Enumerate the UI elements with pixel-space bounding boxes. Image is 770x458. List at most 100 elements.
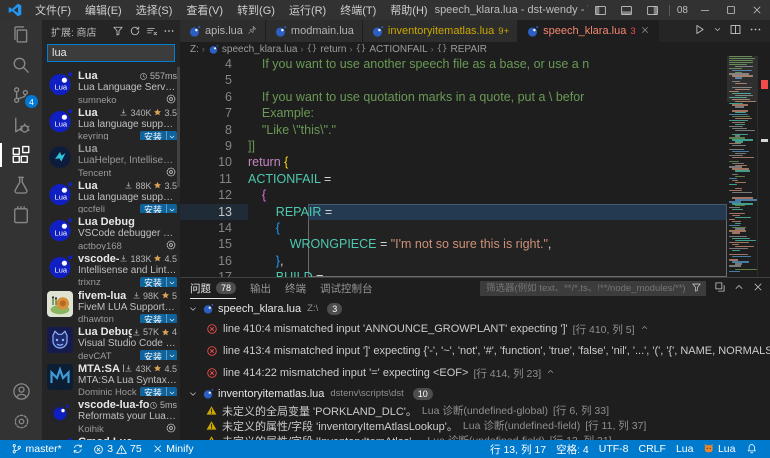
extension-item[interactable]: Luavscode-lua183K4.5Intellisense and Lin… (42, 250, 180, 287)
breadcrumb-item[interactable]: {}REPAIR (437, 44, 487, 55)
extension-item[interactable]: LuaLua DebugVSCode debugger extension ..… (42, 213, 180, 250)
problems-file-row[interactable]: inventoryitematlas.luadstenv\scripts\dst… (180, 384, 770, 403)
extension-item[interactable]: Lua Debugger57K4Visual Studio Code debug… (42, 323, 180, 360)
problem-row[interactable]: line 410:4 mismatched input 'ANNOUNCE_GR… (180, 318, 770, 340)
layout-sidebar-toggle[interactable] (588, 0, 614, 20)
breadcrumb-item[interactable]: Z: (190, 44, 199, 55)
breadcrumb-item[interactable]: {}ACTIONFAIL (355, 44, 427, 55)
extensions-search-input[interactable] (47, 44, 175, 62)
activity-notebook[interactable] (0, 200, 42, 230)
problem-row[interactable]: line 413:4 mismatched input ']' expectin… (180, 340, 770, 362)
problems-filter-input[interactable] (484, 282, 691, 295)
panel-tab-输出[interactable]: 输出 (250, 278, 271, 299)
status-notifications[interactable] (741, 440, 763, 458)
activity-explorer[interactable] (0, 20, 42, 50)
extension-item[interactable]: LuaLuaHelper, Intellisense, Lintin...Ten… (42, 140, 180, 177)
menu-终端[interactable]: 终端(T) (333, 0, 383, 20)
layout-secondary-toggle[interactable] (640, 0, 666, 20)
more-action[interactable] (162, 24, 176, 38)
panel-tab-调试控制台[interactable]: 调试控制台 (320, 278, 373, 299)
extension-item[interactable]: LuaLua340K3.5Lua language support for Vi… (42, 104, 180, 141)
problem-row[interactable]: 未定义的属性/字段 'inventoryItemAtlasLookup'。Lua… (180, 418, 770, 433)
panel-tab-问题[interactable]: 问题78 (190, 278, 236, 299)
tab-inventoryitematlas.lua[interactable]: inventoryitematlas.lua9+ (363, 20, 518, 42)
tab-speech_klara.lua[interactable]: speech_klara.lua3 (518, 20, 658, 42)
tab-close[interactable] (640, 25, 650, 38)
manage-extension-gear[interactable] (165, 422, 177, 433)
breadcrumb-item[interactable]: speech_klara.lua (208, 44, 298, 55)
status-problems[interactable]: 375 (88, 440, 147, 458)
status-indentation[interactable]: 空格: 4 (551, 440, 594, 458)
install-dropdown[interactable] (166, 387, 177, 397)
install-button[interactable]: 安装 (140, 350, 177, 360)
status-encoding[interactable]: UTF-8 (594, 440, 634, 458)
menu-文件[interactable]: 文件(F) (28, 0, 78, 20)
menu-转到[interactable]: 转到(G) (230, 0, 282, 20)
tab-apis.lua[interactable]: apis.lua (180, 20, 266, 42)
status-branch[interactable]: master* (6, 440, 67, 458)
menu-编辑[interactable]: 编辑(E) (78, 0, 129, 20)
extension-item[interactable]: LuaLua88K3.5Lua language support for VS … (42, 177, 180, 214)
status-language-mode[interactable]: Lua (671, 440, 699, 458)
menu-选择[interactable]: 选择(S) (129, 0, 180, 20)
split-editor-action[interactable] (729, 23, 742, 39)
problem-row[interactable]: line 414:22 mismatched input '=' expecti… (180, 362, 770, 384)
run-action[interactable] (693, 23, 706, 39)
activity-account[interactable] (0, 376, 42, 406)
problem-expand[interactable] (640, 323, 649, 335)
status-eol[interactable]: CRLF (634, 440, 671, 458)
more-action[interactable] (749, 23, 762, 39)
install-button[interactable]: 安装 (140, 131, 177, 141)
problems-file-row[interactable]: speech_klara.luaZ:\3 (180, 299, 770, 318)
extension-item[interactable]: LuaLua557msLua Language Server coded ...… (42, 67, 180, 104)
problem-row[interactable]: 未定义的属性/字段 'InventoryItemAtlas'。Lua 诊断(un… (180, 433, 770, 440)
code-editor[interactable]: 4567891011121314151617 If you want to us… (180, 56, 727, 277)
panel-open-editor-action[interactable] (714, 281, 726, 296)
breadcrumb-item[interactable]: {}return (307, 44, 347, 55)
manage-extension-gear[interactable] (165, 239, 177, 250)
menu-帮助[interactable]: 帮助(H) (383, 0, 434, 20)
activity-run-and-debug[interactable] (0, 110, 42, 140)
install-dropdown[interactable] (166, 350, 177, 360)
status-sync[interactable] (67, 440, 89, 458)
tab-modmain.lua[interactable]: modmain.lua (266, 20, 363, 42)
install-button[interactable]: 安装 (140, 387, 177, 397)
activity-settings[interactable] (0, 406, 42, 436)
menu-查看[interactable]: 查看(V) (179, 0, 230, 20)
status-lua-extension-status[interactable]: Lua (698, 440, 740, 458)
minimap[interactable] (727, 56, 757, 277)
status-cursor-position[interactable]: 行 13, 列 17 (485, 440, 551, 458)
install-dropdown[interactable] (166, 277, 177, 287)
refresh-action[interactable] (128, 24, 142, 38)
status-minify[interactable]: Minify (147, 440, 199, 458)
panel-chevron-up-action[interactable] (733, 281, 745, 296)
menu-运行[interactable]: 运行(R) (282, 0, 333, 20)
activity-search[interactable] (0, 50, 42, 80)
activity-extensions[interactable] (0, 140, 42, 170)
manage-extension-gear[interactable] (165, 166, 177, 177)
layout-panel-toggle[interactable] (614, 0, 640, 20)
problem-row[interactable]: 未定义的全局变量 'PORKLAND_DLC'。Lua 诊断(undefined… (180, 403, 770, 418)
clear-all-action[interactable] (145, 24, 159, 38)
maximize-button[interactable] (718, 0, 744, 20)
install-button[interactable]: 安装 (140, 204, 177, 214)
activity-source-control[interactable]: 4 (0, 80, 42, 110)
problem-expand[interactable] (546, 367, 555, 379)
manage-extension-gear[interactable] (165, 93, 177, 104)
filter-icon[interactable] (691, 282, 702, 296)
close-button[interactable] (744, 0, 770, 20)
extension-item[interactable]: LuaGmod Lua (42, 433, 180, 440)
install-dropdown[interactable] (166, 131, 177, 141)
install-dropdown[interactable] (166, 314, 177, 324)
extension-item[interactable]: fivem-lua98K5FiveM LUA Support For Visua… (42, 287, 180, 324)
install-button[interactable]: 安装 (140, 277, 177, 287)
activity-testing[interactable] (0, 170, 42, 200)
filter-action[interactable] (111, 24, 125, 38)
install-dropdown[interactable] (166, 204, 177, 214)
chevron-down-action[interactable] (713, 25, 722, 37)
extension-item[interactable]: vscode-lua-format5msReformats your Lua s… (42, 396, 180, 433)
minimize-button[interactable] (692, 0, 718, 20)
panel-close-action[interactable] (752, 281, 764, 296)
minimap-slider[interactable] (727, 56, 757, 102)
extension-item[interactable]: MTA:SA Lua43K4.5MTA:SA Lua Syntax Highli… (42, 360, 180, 397)
